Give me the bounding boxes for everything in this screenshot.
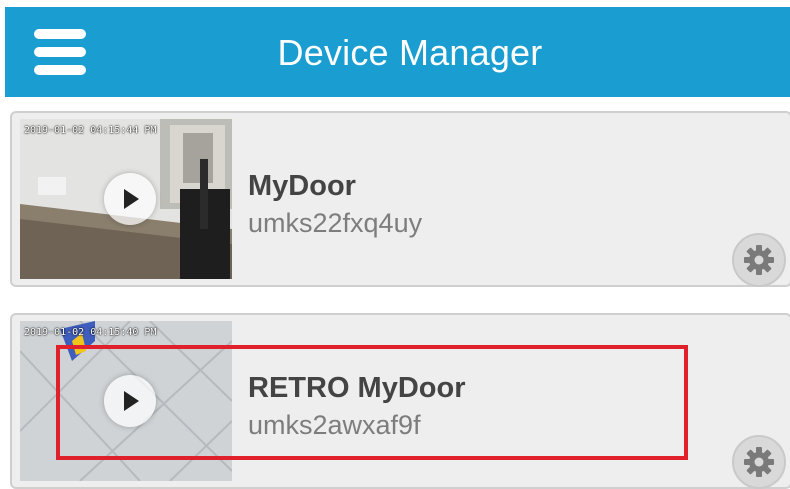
play-icon[interactable] [104,375,156,427]
play-icon[interactable] [104,173,156,225]
app-bar: Device Manager [5,7,790,97]
camera-thumbnail[interactable]: 2019-01-02 04:15:40 PM [20,321,232,481]
device-name: MyDoor [248,170,356,202]
device-id: umks22fxq4uy [248,208,423,238]
device-name: RETRO MyDoor [248,372,466,404]
gear-icon-glyph [744,245,774,275]
page-title: Device Manager [277,32,543,73]
device-card-retro-mydoor[interactable]: 2019-01-02 04:15:40 PM RETRO MyDoor umks… [10,313,790,489]
device-card-mydoor[interactable]: 2019-01-02 04:15:44 PM MyDoor umks22fxq4… [10,111,790,287]
gear-icon[interactable] [732,233,786,287]
play-triangle [124,189,139,209]
gear-icon-glyph [744,447,774,477]
app-screen: Device Manager 2019-01-02 04:15:44 PM My… [0,0,790,489]
thumbnail-timestamp: 2019-01-02 04:15:44 PM [24,125,157,136]
thumbnail-timestamp: 2019-01-02 04:15:40 PM [24,327,157,338]
camera-thumbnail[interactable]: 2019-01-02 04:15:44 PM [20,119,232,279]
play-triangle [124,391,139,411]
device-id: umks2awxaf9f [248,410,421,440]
gear-icon[interactable] [732,435,786,489]
